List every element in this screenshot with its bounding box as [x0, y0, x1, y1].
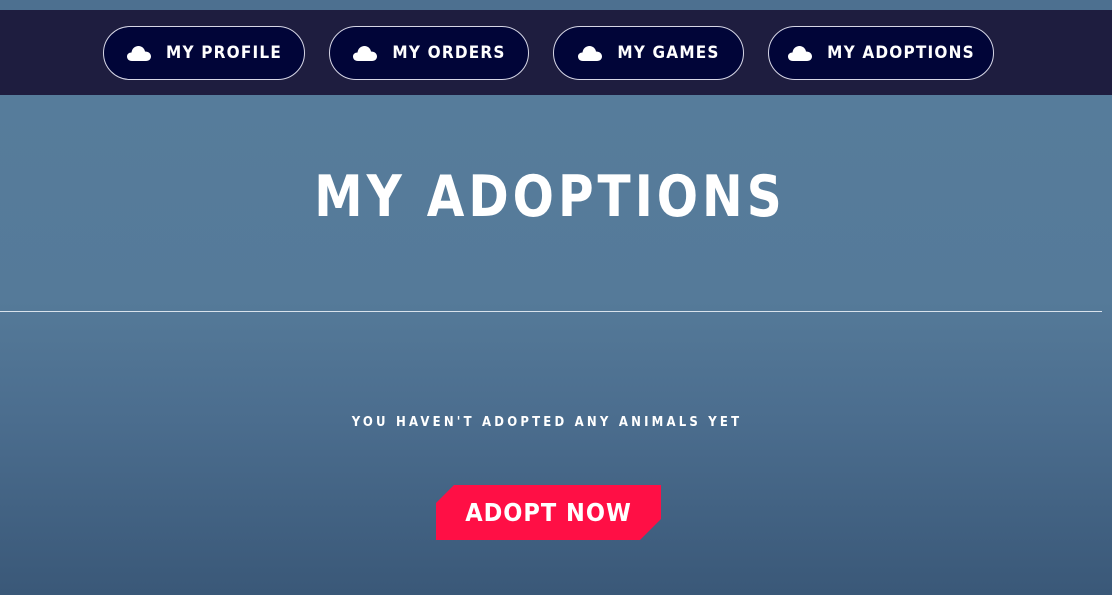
- adopt-now-label: ADOPT NOW: [465, 498, 632, 527]
- section-divider: [0, 311, 1102, 312]
- my-orders-label: MY ORDERS: [392, 43, 506, 63]
- account-navbar: MY PROFILE MY ORDERS MY GAMES MY ADOPTIO…: [0, 10, 1112, 95]
- page-title: MY ADOPTIONS: [314, 163, 786, 230]
- top-band: [0, 0, 1112, 10]
- my-profile-label: MY PROFILE: [166, 43, 282, 63]
- my-adoptions-label: MY ADOPTIONS: [827, 43, 975, 63]
- cloud-icon: [577, 44, 603, 62]
- my-orders-button[interactable]: MY ORDERS: [329, 26, 529, 80]
- cloud-icon: [787, 44, 813, 62]
- empty-state-message: YOU HAVEN'T ADOPTED ANY ANIMALS YET: [351, 415, 743, 430]
- adopt-now-button[interactable]: ADOPT NOW: [436, 485, 661, 540]
- cloud-icon: [352, 44, 378, 62]
- cloud-icon: [126, 44, 152, 62]
- my-games-label: MY GAMES: [617, 43, 720, 63]
- my-adoptions-button[interactable]: MY ADOPTIONS: [768, 26, 994, 80]
- my-profile-button[interactable]: MY PROFILE: [103, 26, 305, 80]
- my-games-button[interactable]: MY GAMES: [553, 26, 744, 80]
